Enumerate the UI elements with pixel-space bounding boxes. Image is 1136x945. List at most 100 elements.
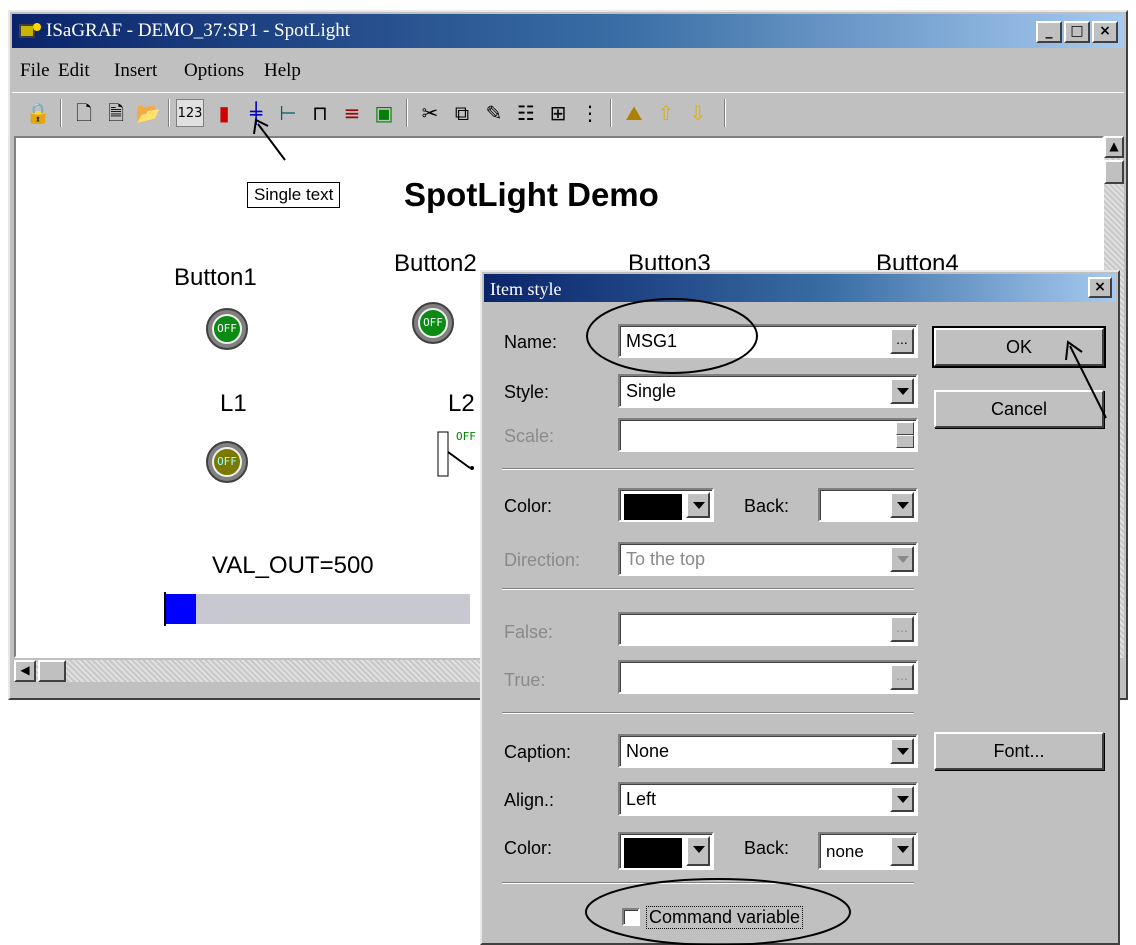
color-label: Color: [504, 496, 553, 516]
name-value: MSG1 [626, 331, 678, 351]
up-arrow-icon[interactable]: ⇧ [652, 99, 680, 127]
command-variable-checkbox[interactable] [622, 908, 640, 926]
menu-edit[interactable]: Edit [58, 60, 90, 82]
close-button[interactable]: × [1092, 21, 1118, 43]
chevron-down-icon[interactable] [890, 786, 914, 812]
name-label: Name: [504, 332, 558, 352]
down-arrow-icon[interactable]: ⇩ [684, 99, 712, 127]
back-label: Back: [744, 496, 790, 516]
spin-down-icon[interactable] [896, 435, 914, 448]
separator [502, 882, 914, 884]
lamp1[interactable]: OFF [206, 441, 248, 483]
separator [502, 588, 914, 590]
menu-file[interactable]: File [20, 60, 50, 82]
copy-icon[interactable]: ⧉ [448, 99, 476, 127]
dialog-title: Item style [490, 279, 562, 299]
menu-help[interactable]: Help [264, 60, 301, 82]
item-style-dialog: Item style × Name: MSG1 ... Style: Singl… [480, 270, 1120, 945]
chevron-down-icon[interactable] [686, 836, 710, 866]
open-icon[interactable]: 📂 [134, 99, 162, 127]
dialog-close-button[interactable]: × [1088, 277, 1112, 298]
isagraf-app-icon [19, 23, 41, 38]
back-select[interactable] [818, 488, 918, 522]
cancel-button[interactable]: Cancel [934, 390, 1104, 428]
caption-value: None [626, 741, 670, 761]
name-browse-button[interactable]: ... [890, 328, 914, 354]
single-text-icon[interactable]: 123 [176, 99, 204, 127]
menu-options[interactable]: Options [184, 60, 244, 82]
value-bar-fill [166, 594, 197, 624]
align-select[interactable]: Left [618, 782, 918, 816]
title-bar[interactable]: ISaGRAF - DEMO_37:SP1 - SpotLight _ □ × [12, 14, 1124, 48]
spin-up-icon[interactable] [896, 422, 914, 435]
button1-label: Button1 [174, 264, 257, 291]
scale-field[interactable] [618, 418, 918, 452]
dialog-title-bar[interactable]: Item style × [484, 274, 1116, 302]
align-value: Left [626, 789, 657, 809]
toolbar: 🔒 🗋 🗎 📂 123 ▮ ╪ ⊢ ⊓ ≡ ▣ ✂ ⧉ ✎ ☷ ⊞ ⋮ ⛰ ⇧ … [12, 92, 1124, 133]
chevron-down-icon[interactable] [686, 492, 710, 518]
chevron-down-icon[interactable] [890, 378, 914, 404]
ok-button[interactable]: OK [932, 326, 1106, 368]
color2-swatch [624, 838, 682, 868]
menu-insert[interactable]: Insert [114, 60, 157, 82]
color-swatch [624, 494, 682, 520]
lock-icon[interactable]: 🔒 [24, 99, 52, 127]
command-variable-label[interactable]: Command variable [646, 906, 804, 929]
bargraph-icon[interactable]: ▮ [210, 99, 238, 127]
new-document-icon[interactable]: 🗋 [70, 99, 98, 127]
toolbar-separator [724, 99, 726, 127]
scroll-left-button[interactable]: ◀ [14, 660, 36, 682]
value-label: VAL_OUT=500 [212, 552, 374, 579]
style-select[interactable]: Single [618, 374, 918, 408]
trend-icon[interactable]: ⊢ [274, 99, 302, 127]
chevron-down-icon[interactable] [890, 836, 914, 866]
scale-label: Scale: [504, 426, 555, 446]
toolbar-separator [610, 99, 612, 127]
grid-icon[interactable]: ⊞ [544, 99, 572, 127]
toolbar-separator [168, 99, 170, 127]
lamp2-state: OFF [456, 430, 476, 443]
slider-icon[interactable]: ╪ [242, 99, 270, 127]
lamp2-label: L2 [448, 390, 475, 417]
scroll-thumb[interactable] [1104, 160, 1124, 184]
chevron-down-icon[interactable] [890, 738, 914, 764]
name-field[interactable]: MSG1 ... [618, 324, 918, 358]
minimize-button[interactable]: _ [1036, 21, 1062, 43]
scale-spinner[interactable] [896, 422, 914, 448]
picture-icon[interactable]: ▣ [370, 99, 398, 127]
direction-label: Direction: [504, 550, 581, 570]
toolbar-separator [406, 99, 408, 127]
image-icon[interactable]: ⛰ [620, 99, 648, 127]
list-icon[interactable]: ≡ [338, 99, 366, 127]
true-label: True: [504, 670, 546, 690]
pulse-icon[interactable]: ⊓ [306, 99, 334, 127]
separator [502, 468, 914, 470]
align-label: Align.: [504, 790, 555, 810]
color-select[interactable] [618, 488, 714, 522]
button2-label: Button2 [394, 250, 477, 277]
document-icon[interactable]: 🗎 [102, 99, 130, 127]
menu-bar: File Edit Insert Options Help [12, 50, 1124, 90]
back2-select[interactable]: none [818, 832, 918, 870]
button2[interactable]: OFF [412, 302, 454, 344]
tooltip: Single text [247, 182, 341, 208]
color2-select[interactable] [618, 832, 714, 870]
cut-icon[interactable]: ✂ [416, 99, 444, 127]
direction-select: To the top [618, 542, 918, 576]
button1[interactable]: OFF [206, 308, 248, 350]
style-label: Style: [504, 382, 550, 402]
scroll-thumb-horizontal[interactable] [38, 660, 66, 682]
chevron-down-icon[interactable] [890, 492, 914, 518]
scroll-up-button[interactable]: ▲ [1104, 136, 1124, 158]
maximize-button[interactable]: □ [1064, 21, 1090, 43]
back2-value: none [826, 842, 864, 861]
toolbar-separator [60, 99, 62, 127]
chevron-down-icon [890, 546, 914, 572]
align-icon[interactable]: ⋮ [576, 99, 604, 127]
paint-icon[interactable]: ✎ [480, 99, 508, 127]
properties-icon[interactable]: ☷ [512, 99, 540, 127]
font-button[interactable]: Font... [934, 732, 1104, 770]
caption-select[interactable]: None [618, 734, 918, 768]
direction-value: To the top [626, 549, 706, 569]
